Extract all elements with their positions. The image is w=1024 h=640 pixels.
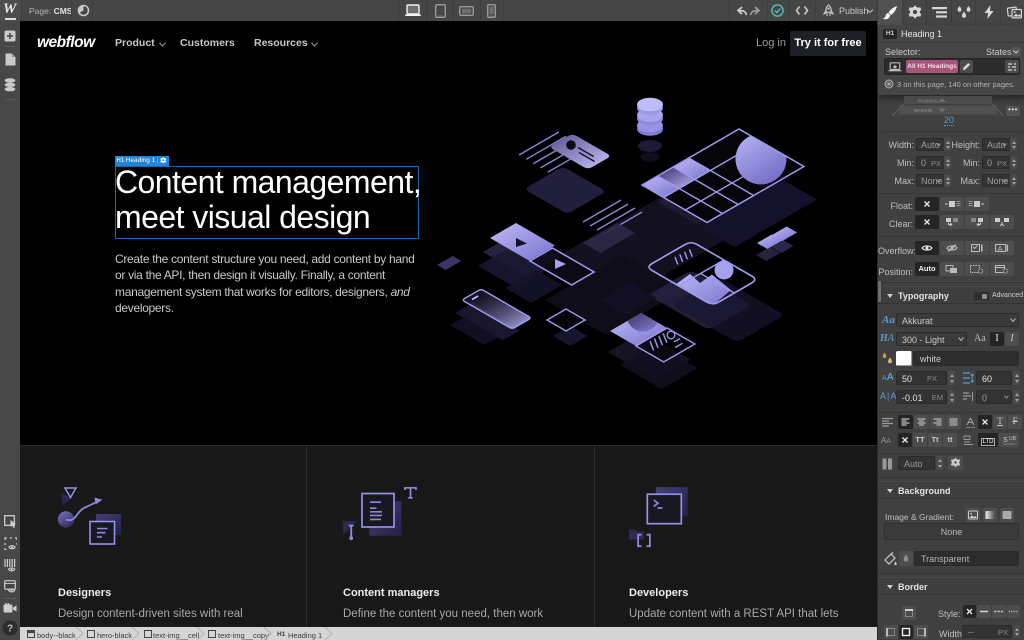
svg-text:A: A bbox=[998, 244, 1003, 253]
svg-text:PADDING: PADDING bbox=[918, 99, 939, 104]
svg-text:?: ? bbox=[7, 624, 13, 635]
svg-text:S: S bbox=[1003, 437, 1008, 444]
svg-text:MARGIN: MARGIN bbox=[914, 108, 932, 113]
svg-text:UB: UB bbox=[1009, 436, 1017, 442]
